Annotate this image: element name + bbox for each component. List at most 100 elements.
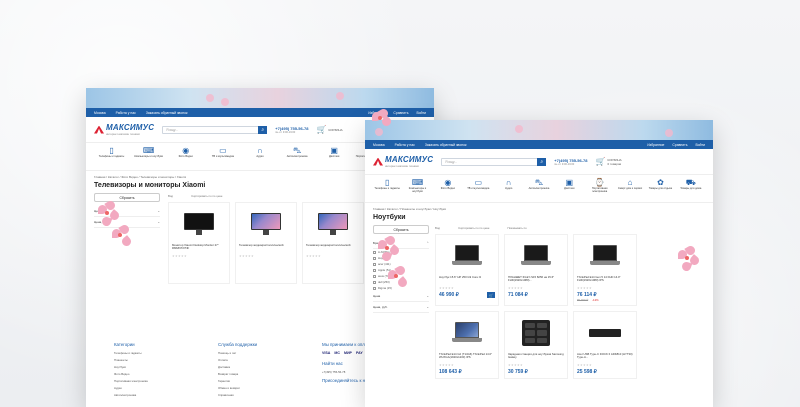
logo[interactable]: МАКСИМУС интернет-магазин техники [373, 155, 433, 168]
category-item[interactable]: ⛍ Автоэлектроника [525, 177, 553, 200]
checkbox[interactable] [373, 256, 376, 260]
checkbox[interactable] [373, 268, 376, 272]
checkbox[interactable] [373, 262, 376, 266]
filter-group[interactable]: Цена⌄ [373, 291, 429, 302]
footer-link[interactable]: Ноутбуки [114, 365, 198, 369]
filter-group[interactable]: Цена, руб.⌄ [373, 302, 429, 313]
city-select[interactable]: Москва [373, 143, 385, 147]
footer-link[interactable]: Телефоны и гаджеты [114, 351, 198, 355]
category-item[interactable]: ⌨ Компьютеры и ноутбуки [403, 177, 431, 200]
cart-button[interactable]: 🛒 КОРЗИНА 0 товаров [596, 157, 622, 166]
reset-filter-button[interactable]: Сбросить [373, 225, 429, 234]
footer-link[interactable]: Гарантия [218, 379, 302, 383]
login-link[interactable]: Войти [417, 111, 427, 115]
rating-stars: ★★★★★ [439, 286, 454, 290]
category-item[interactable]: ▯ Телефоны и гаджеты [94, 145, 129, 168]
category-item[interactable]: ▯ Телефоны и гаджеты [373, 177, 401, 200]
category-item[interactable]: ▭ ТВ и мультимедиа [464, 177, 492, 200]
category-item[interactable]: ⌂Смарт дом и сервис [616, 177, 644, 200]
rating-stars: ★★★★★ [439, 363, 454, 367]
work-link[interactable]: Работа у нас [395, 143, 415, 147]
search-input[interactable]: Я ищу... ⌕ [162, 125, 268, 134]
view-toggle[interactable]: Вид [435, 226, 440, 230]
header-banner [365, 120, 713, 140]
search-input[interactable]: Я ищу... ⌕ [441, 157, 547, 166]
product-image [239, 206, 293, 242]
product-card[interactable]: Монитор Xiaomi Desktop Monitor 27" RMMNT… [168, 202, 230, 284]
add-to-cart-button[interactable]: 🛒 [487, 292, 495, 298]
category-item[interactable]: ▭ ТВ и мультимедиа [205, 145, 240, 168]
footer-link[interactable]: Доставка [218, 365, 302, 369]
reset-filter-button[interactable]: Сбросить [94, 193, 160, 202]
category-item[interactable]: ∩ Аудио [242, 145, 277, 168]
favorites-link[interactable]: Избранное [647, 143, 664, 147]
footer-link[interactable]: Аудио [114, 386, 198, 390]
checkbox[interactable] [373, 274, 376, 278]
product-card[interactable]: Зарядная станция для ноутбуков Samsung G… [504, 311, 568, 379]
category-item[interactable]: ⌚Портативная электроника [586, 177, 614, 200]
sort-select[interactable]: Сортировать по по цене [458, 226, 489, 230]
site-header: МАКСИМУС интернет-магазин техники Я ищу.… [365, 149, 713, 175]
cart-button[interactable]: 🛒 КОРЗИНА [317, 125, 343, 134]
callback-link[interactable]: Заказать обратный звонок [425, 143, 467, 147]
category-item[interactable]: ∩ Аудио [494, 177, 522, 200]
footer-link[interactable]: Справочная [218, 393, 302, 397]
old-price: 85 999 ₽ [577, 298, 589, 302]
breadcrumb[interactable]: Главная / Каталог / Планшеты и ноутбуки … [365, 203, 713, 211]
view-toggle[interactable]: Вид [168, 194, 173, 198]
category-item[interactable]: ◉ Фото Видео [168, 145, 203, 168]
footer-link[interactable]: Планшеты [114, 358, 198, 362]
category-item[interactable]: ▣ Дисплеи [317, 145, 352, 168]
chevron-down-icon: ⌄ [426, 305, 429, 309]
sort-select[interactable]: Сортировать по по цене [191, 194, 222, 198]
product-card[interactable]: Телевизор жидкокристаллический ★★★★★ [302, 202, 364, 284]
product-card[interactable]: Телевизор жидкокристаллический ★★★★★ [235, 202, 297, 284]
category-item[interactable]: ⌨ Компьютеры и ноутбуки [131, 145, 166, 168]
footer-link[interactable]: Помощь и чат [218, 351, 302, 355]
search-icon[interactable]: ⌕ [537, 157, 547, 166]
phone-block[interactable]: +7(495) 755-56-78 пн–пт 9:00-19:00 [275, 126, 308, 134]
product-card[interactable]: ThinkPad E14 G2 (T14G6) ThinkPad 14.0" W… [435, 311, 499, 379]
product-card[interactable]: ПЛАНШЕТ IFLEY-S15 8256 на 15.6" FHD(1920… [504, 234, 568, 306]
product-card[interactable]: ThinkPad E14 Gen 5 14 FHD 14.0" FHD(1920… [573, 234, 637, 306]
category-item[interactable]: ⛟ Товары для дома [677, 177, 705, 200]
page-size-select[interactable]: Показывать по [507, 226, 526, 230]
header-banner [86, 88, 434, 108]
rating-stars: ★★★★★ [172, 254, 187, 258]
footer-link[interactable]: Портативная электроника [114, 379, 198, 383]
product-image [508, 315, 564, 351]
visa-logo: VISA [322, 351, 331, 355]
logo[interactable]: МАКСИМУС интернет-магазин техники [94, 123, 154, 136]
footer-link[interactable]: Возврат товара [218, 372, 302, 376]
rating-stars: ★★★★★ [239, 254, 254, 258]
checkbox[interactable] [373, 250, 376, 254]
login-link[interactable]: Войти [696, 143, 706, 147]
work-link[interactable]: Работа у нас [116, 111, 136, 115]
cart-icon: 🛒 [316, 125, 327, 134]
checkbox[interactable] [373, 280, 376, 284]
product-card[interactable]: Ноутбук 15.6" HP 250 G9 Core i3 ★★★★★ 46… [435, 234, 499, 306]
product-card[interactable]: Acer USB Type-C DOCK II ADK810 (HYT30) T… [573, 311, 637, 379]
phone-block[interactable]: +7(495) 755-56-78 пн–пт 9:00-19:00 [554, 158, 587, 166]
rating-stars: ★★★★★ [306, 254, 321, 258]
footer-heading: Служба поддержки [218, 342, 258, 347]
product-price: 71 084 ₽ [508, 292, 528, 298]
product-image [172, 206, 226, 242]
checkbox[interactable] [373, 286, 376, 290]
category-item[interactable]: ▣ Дисплеи [555, 177, 583, 200]
category-item[interactable]: ✿ Товары для отдыха [646, 177, 674, 200]
footer-link[interactable]: Обмен и возврат [218, 386, 302, 390]
product-image [439, 315, 495, 351]
category-item[interactable]: ⛍ Автоэлектроника [280, 145, 315, 168]
footer-link[interactable]: Фото Видео [114, 372, 198, 376]
search-icon[interactable]: ⌕ [258, 125, 268, 134]
city-select[interactable]: Москва [94, 111, 106, 115]
footer-link[interactable]: Автоэлектроника [114, 393, 198, 397]
footer-link[interactable]: Оплата [218, 358, 302, 362]
callback-link[interactable]: Заказать обратный звонок [146, 111, 188, 115]
product-image [577, 315, 633, 351]
chevron-down-icon: ⌄ [426, 294, 429, 298]
compare-link[interactable]: Сравнить [672, 143, 687, 147]
compare-link[interactable]: Сравнить [393, 111, 408, 115]
category-item[interactable]: ◉ Фото Видео [434, 177, 462, 200]
